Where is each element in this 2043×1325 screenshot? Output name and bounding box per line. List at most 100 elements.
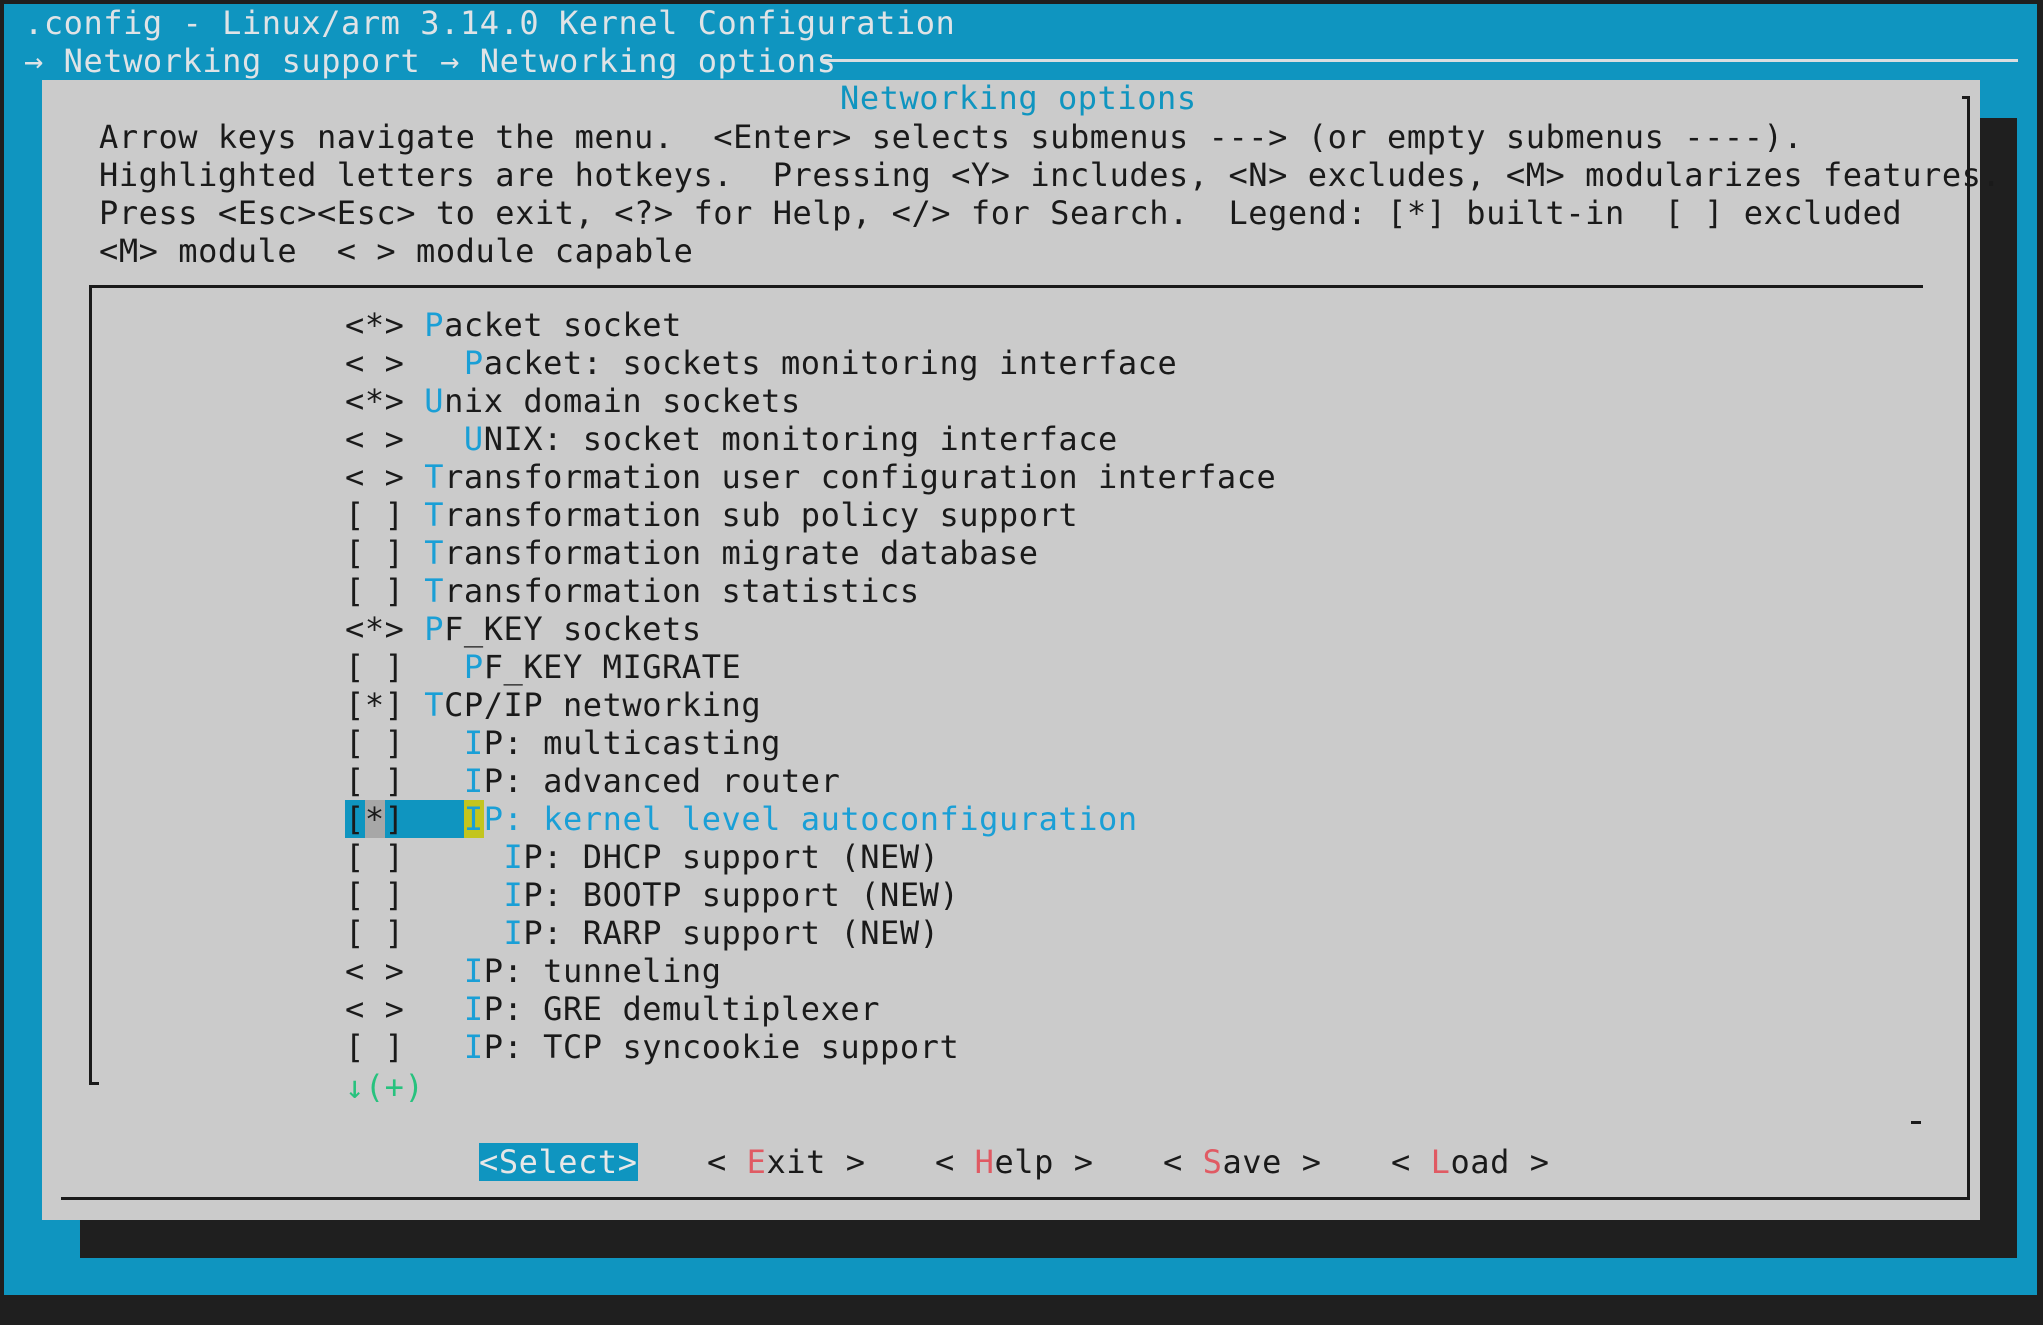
exit-button[interactable]: < Exit >: [707, 1143, 866, 1181]
menu-item[interactable]: [ ] PF_KEY MIGRATE: [345, 648, 741, 686]
menu-item-state[interactable]: [ ]: [345, 838, 504, 876]
menu-item[interactable]: [ ] IP: multicasting: [345, 724, 781, 762]
menu-item-state[interactable]: < >: [345, 952, 464, 990]
menu-item-state[interactable]: <*>: [345, 306, 424, 344]
menu-item-state[interactable]: [ ]: [345, 914, 504, 952]
menu-item-hotkey: I: [464, 990, 484, 1028]
button-label: oad: [1450, 1143, 1509, 1181]
menu-item-state[interactable]: [*]: [345, 686, 424, 724]
button-hotkey: E: [747, 1143, 767, 1181]
button-bracket: >: [826, 1143, 866, 1181]
menu-item-state[interactable]: [ ]: [345, 762, 464, 800]
button-hotkey: H: [975, 1143, 995, 1181]
menu-item[interactable]: [ ] Transformation migrate database: [345, 534, 1039, 572]
help-button[interactable]: < Help >: [935, 1143, 1094, 1181]
menu-item[interactable]: <*> Packet socket: [345, 306, 682, 344]
menu-item-state[interactable]: [ ]: [345, 534, 424, 572]
menu-item-hotkey: I: [464, 800, 484, 838]
menu-item-state[interactable]: < >: [345, 990, 464, 1028]
menu-item-label: P: kernel level autoconfiguration: [484, 800, 1138, 838]
menu-item[interactable]: [ ] IP: advanced router: [345, 762, 840, 800]
menu-item-state[interactable]: [ ]: [345, 724, 464, 762]
menu-item-label: NIX: socket monitoring interface: [484, 420, 1118, 458]
select-button[interactable]: <Select>: [479, 1143, 638, 1181]
menu-item-state[interactable]: < >: [345, 344, 464, 382]
terminal-screen: .config - Linux/arm 3.14.0 Kernel Config…: [0, 0, 2043, 1325]
more-items-indicator: ↓(+): [345, 1068, 424, 1106]
menu-item-label: acket: sockets monitoring interface: [484, 344, 1178, 382]
menu-item[interactable]: [ ] IP: BOOTP support (NEW): [345, 876, 959, 914]
menu-item[interactable]: < > IP: GRE demultiplexer: [345, 990, 880, 1028]
load-button[interactable]: < Load >: [1391, 1143, 1550, 1181]
button-bracket: >: [1510, 1143, 1550, 1181]
window-title: .config - Linux/arm 3.14.0 Kernel Config…: [24, 4, 955, 42]
menu-item-hotkey: P: [464, 648, 484, 686]
menu-item-label: P: advanced router: [484, 762, 841, 800]
menu-item-hotkey: P: [424, 306, 444, 344]
help-text-line: Highlighted letters are hotkeys. Pressin…: [99, 156, 2001, 194]
dialog-frame-bottom: [61, 1197, 1970, 1200]
menu-item-hotkey: P: [464, 344, 484, 382]
menu-item-label: P: TCP syncookie support: [484, 1028, 960, 1066]
menu-item-label: nix domain sockets: [444, 382, 801, 420]
menu-item-state[interactable]: < >: [345, 420, 464, 458]
menu-item[interactable]: < > IP: tunneling: [345, 952, 722, 990]
menu-item[interactable]: < > Packet: sockets monitoring interface: [345, 344, 1177, 382]
button-bracket: <: [1163, 1143, 1203, 1181]
button-bracket: <: [479, 1143, 499, 1181]
menu-box-corner: [89, 1082, 99, 1085]
menu-item-label: ransformation migrate database: [444, 534, 1038, 572]
button-label: xit: [766, 1143, 825, 1181]
menu-item-label: acket socket: [444, 306, 682, 344]
menu-item-hotkey: I: [504, 838, 524, 876]
menu-item-state[interactable]: <*>: [345, 610, 424, 648]
menu-item-label: F_KEY sockets: [444, 610, 702, 648]
menu-item-state[interactable]: [ ]: [345, 496, 424, 534]
button-bracket: >: [1282, 1143, 1322, 1181]
menu-item[interactable]: [*] IP: kernel level autoconfiguration: [345, 800, 1138, 838]
menu-item-state[interactable]: [ ]: [345, 876, 504, 914]
menu-item-state[interactable]: [*]: [345, 800, 464, 838]
menu-item[interactable]: <*> Unix domain sockets: [345, 382, 801, 420]
button-label: elect: [519, 1143, 618, 1181]
menu-item-state[interactable]: < >: [345, 458, 424, 496]
menu-item-hotkey: T: [424, 496, 444, 534]
button-bracket: <: [935, 1143, 975, 1181]
menu-item-state[interactable]: [ ]: [345, 1028, 464, 1066]
menu-box-left-border: [89, 285, 92, 1085]
menu-item-label: CP/IP networking: [444, 686, 761, 724]
menu-item-hotkey: I: [464, 1028, 484, 1066]
menu-item-hotkey: I: [504, 914, 524, 952]
menu-item-label: P: DHCP support (NEW): [523, 838, 939, 876]
menu-item-hotkey: P: [424, 610, 444, 648]
menu-item-hotkey: T: [424, 686, 444, 724]
menu-item[interactable]: [*] TCP/IP networking: [345, 686, 761, 724]
menu-item-hotkey: U: [424, 382, 444, 420]
button-label: elp: [994, 1143, 1053, 1181]
menu-item-label: P: GRE demultiplexer: [484, 990, 880, 1028]
menu-item[interactable]: [ ] IP: RARP support (NEW): [345, 914, 940, 952]
menu-item-hotkey: I: [504, 876, 524, 914]
menu-item-label: P: multicasting: [484, 724, 781, 762]
menu-item[interactable]: < > UNIX: socket monitoring interface: [345, 420, 1118, 458]
menu-item-state[interactable]: [ ]: [345, 648, 464, 686]
menu-item-hotkey: I: [464, 724, 484, 762]
menu-item[interactable]: [ ] IP: DHCP support (NEW): [345, 838, 940, 876]
menu-item[interactable]: <*> PF_KEY sockets: [345, 610, 702, 648]
menu-item-hotkey: U: [464, 420, 484, 458]
menu-item[interactable]: [ ] IP: TCP syncookie support: [345, 1028, 959, 1066]
help-text-line: Press <Esc><Esc> to exit, <?> for Help, …: [99, 194, 1902, 232]
button-bracket: <: [1391, 1143, 1431, 1181]
menu-item-state[interactable]: [ ]: [345, 572, 424, 610]
button-bracket: >: [618, 1143, 638, 1181]
menu-item[interactable]: [ ] Transformation statistics: [345, 572, 920, 610]
menu-item-hotkey: T: [424, 572, 444, 610]
button-bracket: <: [707, 1143, 747, 1181]
button-label: ave: [1222, 1143, 1281, 1181]
menu-item[interactable]: [ ] Transformation sub policy support: [345, 496, 1078, 534]
save-button[interactable]: < Save >: [1163, 1143, 1322, 1181]
button-hotkey: S: [1203, 1143, 1223, 1181]
button-bracket: >: [1054, 1143, 1094, 1181]
menu-item-state[interactable]: <*>: [345, 382, 424, 420]
menu-item[interactable]: < > Transformation user configuration in…: [345, 458, 1276, 496]
